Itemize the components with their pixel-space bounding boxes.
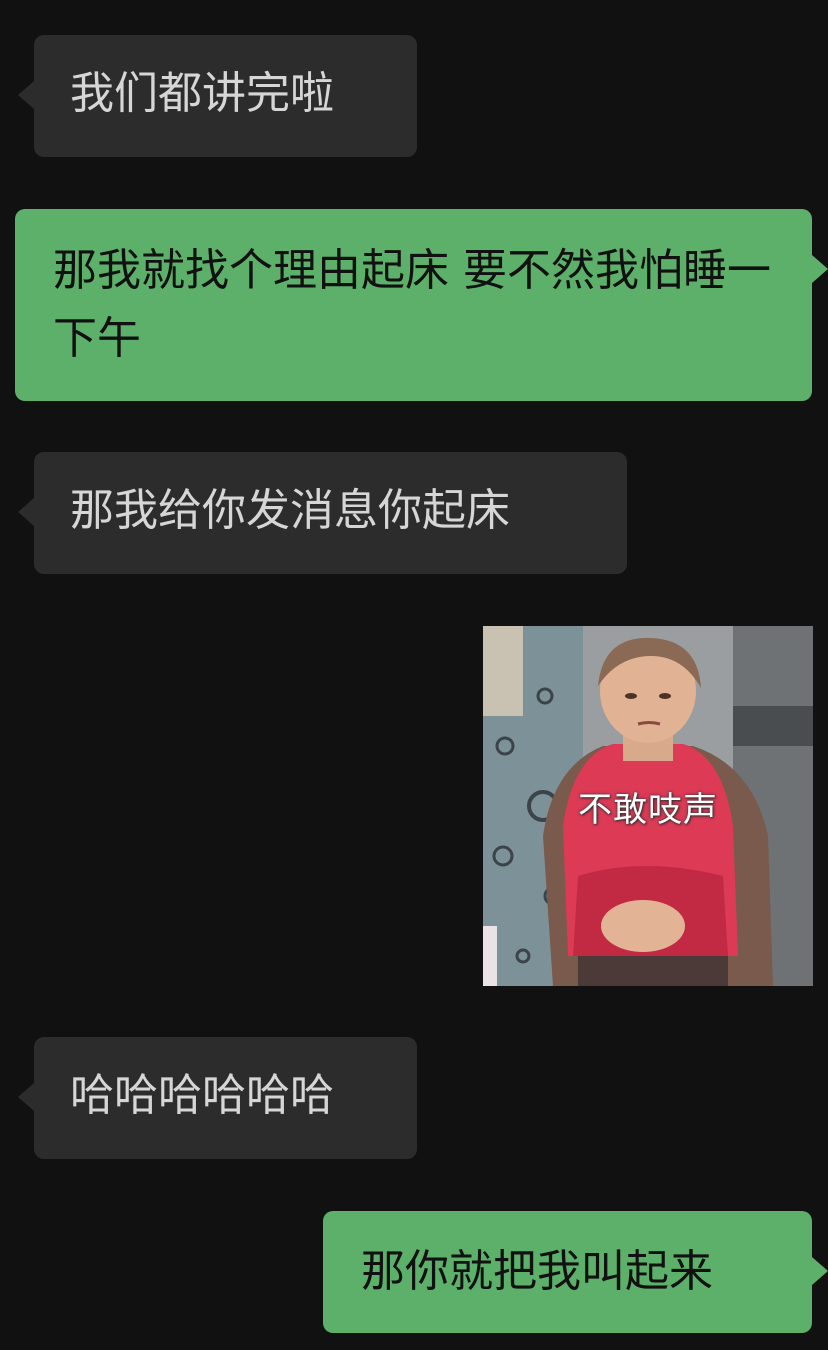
message-incoming[interactable]: 那我给你发消息你起床: [18, 452, 627, 574]
message-text: 哈哈哈哈哈哈: [70, 1070, 334, 1121]
message-text: 那你就把我叫起来: [361, 1246, 713, 1297]
message-outgoing[interactable]: 那你就把我叫起来: [323, 1211, 828, 1333]
sticker-image[interactable]: 不敢吱声: [483, 626, 813, 986]
message-text: 那我给你发消息你起床: [70, 485, 510, 536]
message-text: 那我就找个理由起床 要不然我怕睡一下午: [53, 245, 771, 364]
message-incoming[interactable]: 哈哈哈哈哈哈: [18, 1037, 417, 1159]
message-incoming[interactable]: 我们都讲完啦: [18, 35, 417, 157]
message-outgoing[interactable]: 那我就找个理由起床 要不然我怕睡一下午: [15, 209, 828, 401]
message-text: 我们都讲完啦: [70, 68, 334, 119]
sticker-caption: 不敢吱声: [578, 790, 718, 830]
